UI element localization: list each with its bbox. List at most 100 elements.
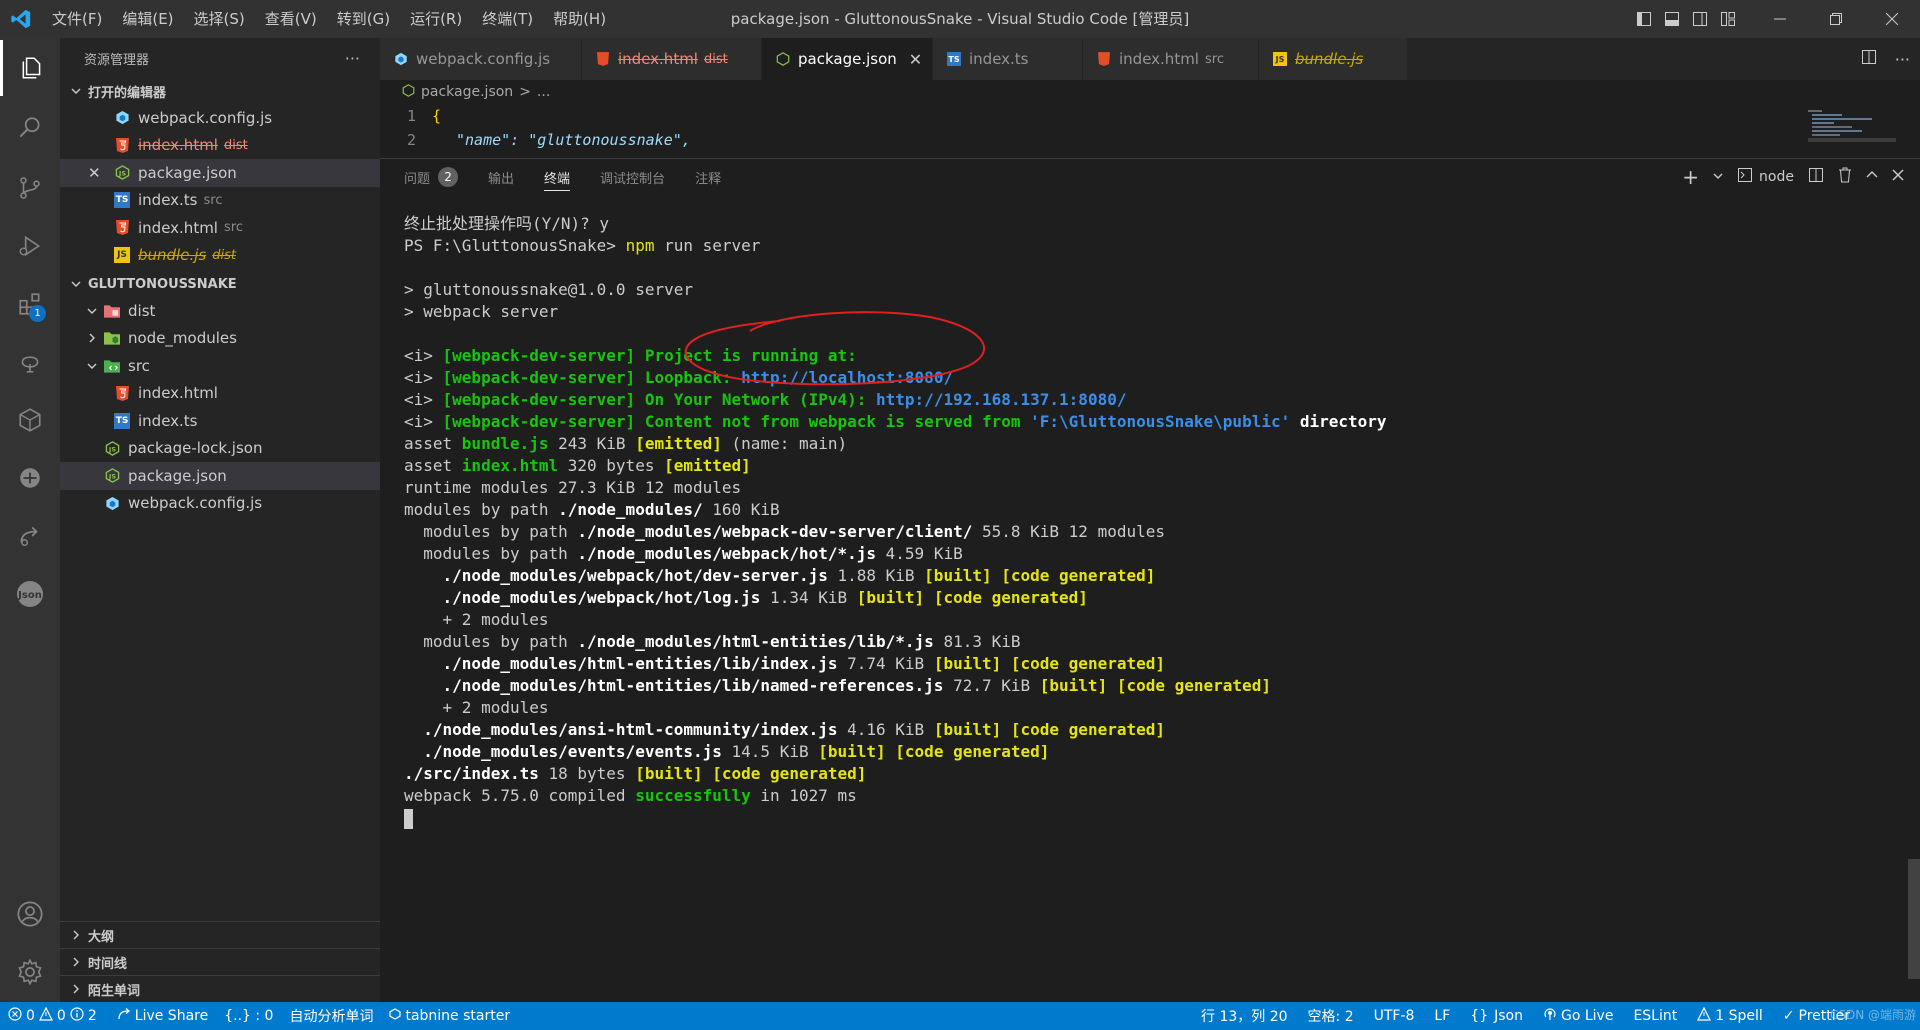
close-tab-icon[interactable]: ✕ bbox=[909, 50, 922, 69]
terminal-text: ./node_modules/ bbox=[558, 500, 703, 519]
live-share-status[interactable]: Live Share bbox=[109, 1002, 216, 1030]
menu-view[interactable]: 查看(V) bbox=[255, 0, 327, 38]
menu-selection[interactable]: 选择(S) bbox=[184, 0, 255, 38]
open-editor-item[interactable]: JS bundle.js dist bbox=[60, 242, 380, 270]
braces-status[interactable]: {..} : 0 bbox=[216, 1002, 281, 1030]
tab-problems[interactable]: 问题 2 bbox=[404, 159, 459, 195]
explorer-icon[interactable] bbox=[0, 40, 60, 96]
open-editors-section[interactable]: 打开的编辑器 bbox=[60, 78, 380, 104]
tabnine-status[interactable]: tabnine starter bbox=[381, 1002, 518, 1030]
tab-debug-console[interactable]: 调试控制台 bbox=[600, 159, 665, 195]
close-panel-icon[interactable] bbox=[1892, 169, 1904, 185]
file-package-lock[interactable]: JS package-lock.json bbox=[60, 435, 380, 463]
open-editor-item-active[interactable]: ✕ JS package.json bbox=[60, 159, 380, 187]
run-debug-icon[interactable] bbox=[0, 218, 60, 274]
terminal-text: [built] [code generated] bbox=[933, 720, 1165, 739]
broadcast-icon bbox=[1543, 1007, 1557, 1025]
spell-status[interactable]: 1 Spell bbox=[1687, 1002, 1773, 1030]
outline-section[interactable]: 大纲 bbox=[60, 921, 380, 948]
file-package-json[interactable]: JS package.json bbox=[60, 462, 380, 490]
close-window-icon[interactable] bbox=[1864, 0, 1920, 38]
trash-icon[interactable] bbox=[1838, 167, 1852, 187]
terminal-line: ./node_modules/html-entities/lib/index.j… bbox=[404, 653, 1884, 675]
file-src-index-ts[interactable]: TS index.ts bbox=[60, 407, 380, 435]
eslint-status[interactable]: ESLint bbox=[1623, 1002, 1687, 1030]
chevron-down-icon[interactable] bbox=[1713, 169, 1723, 185]
tab-output[interactable]: 输出 bbox=[488, 159, 514, 195]
translate-extension-icon[interactable] bbox=[0, 450, 60, 506]
restore-icon[interactable] bbox=[1808, 0, 1864, 38]
tab-src-index-html[interactable]: index.html src bbox=[1083, 38, 1259, 80]
tab-webpack-config[interactable]: webpack.config.js bbox=[380, 38, 582, 80]
tab-package-json[interactable]: package.json ✕ bbox=[762, 38, 933, 80]
open-editors-label: 打开的编辑器 bbox=[88, 85, 167, 101]
new-terminal-icon[interactable]: + bbox=[1682, 165, 1699, 189]
split-editor-icon[interactable] bbox=[1861, 49, 1877, 69]
cursor-position[interactable]: 行 13，列 20 bbox=[1191, 1002, 1298, 1030]
unknown-words-section[interactable]: 陌生单词 bbox=[60, 975, 380, 1002]
tab-terminal[interactable]: 终端 bbox=[544, 159, 571, 195]
folder-src[interactable]: src bbox=[60, 352, 380, 380]
tab-bundle-js[interactable]: JS bundle.js bbox=[1259, 38, 1408, 80]
toggle-sidebar-icon[interactable] bbox=[1630, 0, 1658, 38]
remote-explorer-icon[interactable] bbox=[0, 334, 60, 390]
terminal-text: + 2 modules bbox=[404, 610, 549, 629]
menu-go[interactable]: 转到(G) bbox=[327, 0, 400, 38]
terminal-scrollbar[interactable] bbox=[1908, 859, 1920, 979]
svg-text:JS: JS bbox=[107, 473, 115, 481]
open-editor-item[interactable]: TS index.ts src bbox=[60, 187, 380, 215]
project-section[interactable]: GLUTTONOUSSNAKE bbox=[60, 271, 380, 297]
customize-layout-icon[interactable] bbox=[1714, 0, 1742, 38]
terminal-text: asset bbox=[404, 456, 462, 475]
menu-help[interactable]: 帮助(H) bbox=[543, 0, 616, 38]
menu-file[interactable]: 文件(F) bbox=[42, 0, 112, 38]
live-share-icon[interactable] bbox=[0, 508, 60, 564]
minimize-icon[interactable] bbox=[1752, 0, 1808, 38]
folder-node-modules[interactable]: node_modules bbox=[60, 325, 380, 353]
file-src-index-html[interactable]: index.html bbox=[60, 380, 380, 408]
terminal-text: ./node_modules/ansi-html-community/index… bbox=[423, 720, 838, 739]
tab-index-ts[interactable]: TS index.ts bbox=[933, 38, 1083, 80]
split-terminal-icon[interactable] bbox=[1808, 167, 1824, 187]
file-webpack-config[interactable]: webpack.config.js bbox=[60, 490, 380, 518]
encoding[interactable]: UTF-8 bbox=[1364, 1002, 1425, 1030]
folder-dist[interactable]: dist bbox=[60, 297, 380, 325]
maximize-panel-icon[interactable] bbox=[1866, 169, 1878, 185]
end-of-line[interactable]: LF bbox=[1424, 1002, 1460, 1030]
language-mode[interactable]: {} Json bbox=[1460, 1002, 1533, 1030]
open-editor-item[interactable]: index.html src bbox=[60, 214, 380, 242]
search-icon[interactable] bbox=[0, 100, 60, 156]
menu-terminal[interactable]: 终端(T) bbox=[472, 0, 543, 38]
close-editor-icon[interactable]: ✕ bbox=[88, 164, 106, 182]
cube-extension-icon[interactable] bbox=[0, 392, 60, 448]
source-control-icon[interactable] bbox=[0, 160, 60, 216]
terminal-name[interactable]: node bbox=[1759, 169, 1794, 185]
tab-comments[interactable]: 注释 bbox=[695, 159, 721, 195]
terminal-text: ./node_modules/webpack/hot/log.js bbox=[442, 588, 761, 607]
json-extension-icon[interactable]: Json bbox=[0, 566, 60, 622]
terminal-text: bundle.js bbox=[461, 434, 549, 453]
status-bar: 0 0 2 Live Share {..} : 0 自动分析单词 tabnine… bbox=[0, 1002, 1920, 1030]
indentation[interactable]: 空格: 2 bbox=[1298, 1002, 1364, 1030]
toggle-panel-icon[interactable] bbox=[1658, 0, 1686, 38]
explorer-more-button[interactable]: ··· bbox=[345, 49, 360, 68]
more-actions-icon[interactable]: ··· bbox=[1895, 50, 1910, 69]
minimap[interactable] bbox=[1808, 108, 1896, 148]
settings-gear-icon[interactable] bbox=[0, 944, 60, 1000]
open-editor-item[interactable]: index.html dist bbox=[60, 132, 380, 160]
menu-run[interactable]: 运行(R) bbox=[400, 0, 472, 38]
go-live-status[interactable]: Go Live bbox=[1533, 1002, 1623, 1030]
account-icon[interactable] bbox=[0, 886, 60, 942]
auto-word-status[interactable]: 自动分析单词 bbox=[281, 1002, 381, 1030]
breadcrumb-more[interactable]: ... bbox=[537, 84, 550, 100]
tab-dist-index-html[interactable]: index.html dist bbox=[582, 38, 762, 80]
open-editor-item[interactable]: webpack.config.js bbox=[60, 104, 380, 132]
problems-status[interactable]: 0 0 2 bbox=[0, 1002, 109, 1030]
breadcrumb-file[interactable]: package.json bbox=[421, 84, 513, 100]
toggle-secondary-sidebar-icon[interactable] bbox=[1686, 0, 1714, 38]
terminal-output[interactable]: 终止批处理操作吗(Y/N)? y PS F:\GluttonousSnake> n… bbox=[404, 213, 1884, 829]
extensions-icon[interactable]: 1 bbox=[0, 276, 60, 332]
timeline-section[interactable]: 时间线 bbox=[60, 948, 380, 975]
menu-edit[interactable]: 编辑(E) bbox=[112, 0, 183, 38]
code-editor[interactable]: 1 { 2 "name": "gluttonoussnake", bbox=[380, 104, 1920, 156]
